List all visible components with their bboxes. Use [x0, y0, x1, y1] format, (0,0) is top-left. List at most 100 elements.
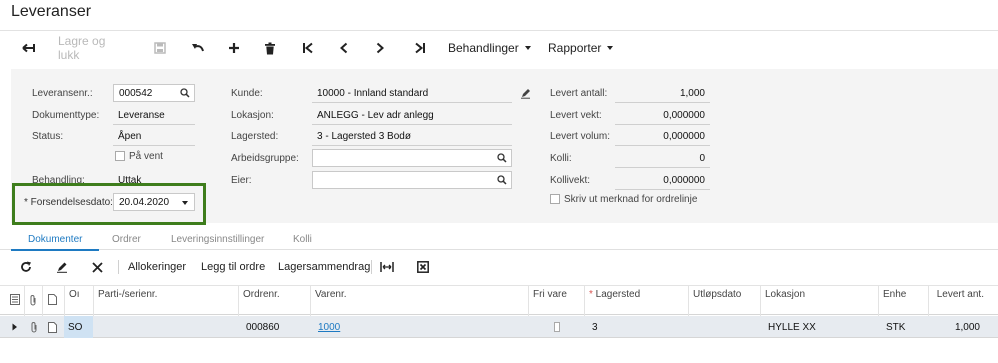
expiry-column-header[interactable]: Utløpsdato — [688, 286, 760, 316]
status-underline — [113, 145, 195, 146]
chevron-down-icon — [607, 46, 614, 50]
table-row[interactable]: SO 000860 1000 3 HYLLE XX STK 1,000 — [0, 316, 998, 338]
package-weight-label: Kollivekt: — [550, 175, 591, 186]
paperclip-icon — [30, 295, 36, 306]
customer-label: Kunde: — [231, 88, 263, 99]
row-selector[interactable] — [10, 316, 24, 338]
free-item-column-header[interactable]: Fri vare — [528, 286, 584, 316]
delete-button[interactable] — [260, 36, 280, 60]
allocations-button[interactable]: Allokeringer — [128, 256, 186, 278]
add-order-button[interactable]: Legg til ordre — [201, 256, 265, 278]
next-icon — [376, 42, 384, 54]
inventory-id-link[interactable]: 1000 — [318, 322, 340, 333]
shipped-weight-value: 0,000000 — [663, 110, 705, 121]
fit-columns-button[interactable] — [380, 256, 396, 278]
workgroup-label: Arbeidsgruppe: — [231, 153, 299, 164]
workgroup-field[interactable] — [312, 149, 512, 167]
print-note-label: Skriv ut merknad for ordrelinje — [564, 194, 698, 205]
lot-serial-cell[interactable] — [93, 316, 238, 338]
last-icon — [415, 42, 425, 54]
status-label: Status: — [32, 131, 64, 142]
location-cell[interactable]: HYLLE XX — [764, 316, 878, 338]
files-column-header[interactable] — [8, 286, 24, 316]
packages-underline — [615, 167, 710, 168]
shipped-volume-underline — [615, 145, 710, 146]
warehouse-label: Lagersted: — [231, 131, 279, 142]
owner-field[interactable] — [312, 171, 512, 189]
free-item-checkbox[interactable] — [554, 322, 560, 332]
package-weight-value: 0,000000 — [663, 175, 705, 186]
actions-menu-label: Behandlinger — [448, 41, 519, 55]
detail-tabs: Dokumenter Ordrer Leveringsinnstillinger… — [0, 230, 998, 250]
row-note[interactable] — [46, 316, 62, 338]
chevron-down-icon — [524, 46, 531, 50]
actions-menu[interactable]: Behandlinger — [448, 36, 532, 60]
reports-menu[interactable]: Rapporter — [548, 36, 616, 60]
paperclip-icon — [31, 322, 37, 333]
search-icon[interactable] — [497, 153, 507, 163]
inventory-id-cell[interactable]: 1000 — [314, 316, 524, 338]
lot-serial-column-header[interactable]: Parti-/serienr. — [93, 286, 238, 316]
toolbar-separator — [371, 260, 372, 274]
previous-record-button[interactable] — [334, 36, 354, 60]
order-nbr-column-header[interactable]: Ordrenr. — [238, 286, 310, 316]
tab-documents[interactable]: Dokumenter — [28, 234, 82, 245]
inventory-id-column-header[interactable]: Varenr. — [310, 286, 528, 316]
search-icon[interactable] — [180, 88, 190, 98]
shipped-qty-underline — [615, 102, 710, 103]
free-item-cell[interactable] — [550, 316, 564, 338]
back-button[interactable] — [18, 36, 40, 60]
tab-packages[interactable]: Kolli — [293, 234, 312, 245]
shipped-qty-cell[interactable]: 1,000 — [928, 316, 984, 338]
plus-icon — [229, 43, 239, 53]
warehouse-column-header[interactable]: Lagersted — [584, 286, 688, 316]
uom-cell[interactable]: STK — [882, 316, 928, 338]
edit-button[interactable] — [56, 256, 72, 278]
expiry-cell[interactable] — [692, 316, 760, 338]
next-record-button[interactable] — [370, 36, 390, 60]
undo-button[interactable] — [188, 36, 208, 60]
shipment-nbr-field[interactable]: 000542 — [113, 84, 195, 102]
order-nbr-cell[interactable]: 000860 — [242, 316, 310, 338]
row-attachment[interactable] — [28, 316, 42, 338]
save-button[interactable] — [150, 36, 170, 60]
note-column-header[interactable] — [42, 286, 64, 316]
save-and-close-button[interactable]: Lagre og lukk — [58, 34, 130, 62]
shipped-qty-value: 1,000 — [679, 88, 705, 99]
arrow-left-icon — [22, 43, 35, 53]
uom-column-header[interactable]: Enhe — [878, 286, 928, 316]
first-record-button[interactable] — [298, 36, 318, 60]
order-type-cell[interactable]: SO — [64, 316, 93, 338]
export-excel-button[interactable] — [417, 256, 433, 278]
delete-row-button[interactable] — [92, 256, 108, 278]
customer-value[interactable]: 10000 - Innland standard — [317, 88, 428, 99]
files-icon — [10, 294, 20, 305]
status-value: Åpen — [118, 131, 142, 142]
shipped-volume-label: Levert volum: — [550, 131, 611, 142]
warehouse-value[interactable]: 3 - Lagersted 3 Bodø — [317, 131, 411, 142]
last-record-button[interactable] — [410, 36, 430, 60]
warehouse-cell[interactable]: 3 — [588, 316, 688, 338]
doc-type-value: Leveranse — [118, 110, 165, 121]
tab-delivery-settings[interactable]: Leveringsinnstillinger — [171, 234, 264, 245]
order-type-column-header[interactable]: Oı — [64, 286, 93, 316]
customer-underline — [312, 102, 512, 103]
note-icon — [48, 294, 57, 305]
active-tab-indicator — [11, 249, 99, 251]
grid-header: Oı Parti-/serienr. Ordrenr. Varenr. Fri … — [0, 285, 998, 316]
print-note-checkbox[interactable] — [550, 194, 560, 204]
refresh-button[interactable] — [20, 256, 36, 278]
inventory-summary-button[interactable]: Lagersammendrag — [278, 256, 370, 278]
shipped-qty-column-header[interactable]: Levert ant. — [928, 286, 988, 316]
tab-orders[interactable]: Ordrer — [112, 234, 141, 245]
location-column-header[interactable]: Lokasjon — [760, 286, 878, 316]
search-icon[interactable] — [497, 175, 507, 185]
hold-checkbox[interactable] — [115, 151, 125, 161]
location-value[interactable]: ANLEGG - Lev adr anlegg — [317, 110, 434, 121]
refresh-icon — [21, 261, 31, 272]
title-divider — [0, 30, 998, 31]
add-button[interactable] — [224, 36, 244, 60]
doc-type-underline — [113, 124, 195, 125]
pencil-icon[interactable] — [520, 88, 531, 99]
attachment-column-header[interactable] — [24, 286, 42, 316]
